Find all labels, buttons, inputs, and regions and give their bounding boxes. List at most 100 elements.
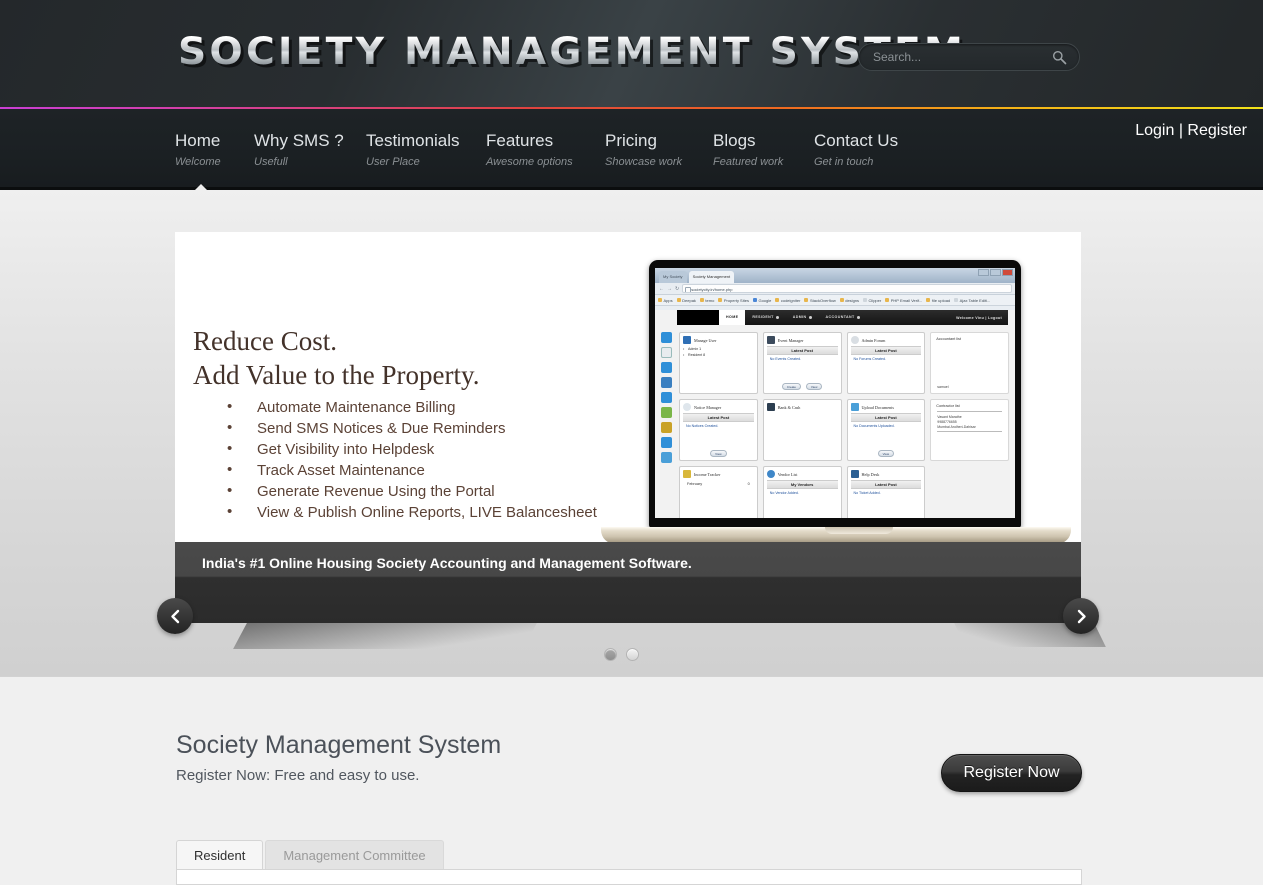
maximize-icon [990,269,1001,276]
card-vendor-list: Vendor List My Vendors No Vendor Added. [762,466,842,518]
chevron-down-icon [808,316,812,319]
card-band: Latest Post [683,413,754,422]
view-button: View [877,450,895,457]
reload-icon: ↻ [675,285,680,292]
bank-icon [766,403,775,411]
nav-item-blogs[interactable]: Blogs Featured work [713,131,783,168]
nav-label: Home [175,131,221,150]
nav-sublabel: Featured work [713,156,784,168]
nav-sublabel: Welcome [175,156,221,168]
slider-prev-button[interactable] [157,598,193,634]
nav-item-features[interactable]: Features Awesome options [486,131,573,168]
nav-item-testimonials[interactable]: Testimonials User Place [366,131,460,168]
bookmark-item: file upload [926,298,950,303]
app-top-menu: HOME RESIDENT ADMIN ACCOUNTANT Welcome V… [677,310,1008,325]
app-content: HOME RESIDENT ADMIN ACCOUNTANT Welcome V… [655,310,1015,518]
card-income-tracker: Income Tracker February 0 [679,466,758,518]
list-item: Automate Maintenance Billing [227,396,597,418]
list-item: View & Publish Online Reports, LIVE Bala… [227,501,597,523]
card-band: My Vendors [766,480,838,489]
list-item: Mumbai Andheri-Dahisar [937,424,976,429]
bookmark-item: Clipper [863,298,881,303]
browser-bookmarks-bar: Apps Deepak temo Property Sites Google c… [655,295,1015,306]
search-box[interactable] [858,43,1080,71]
slider-dot-2[interactable] [626,648,639,661]
nav-item-contact-us[interactable]: Contact Us Get in touch [814,131,898,168]
card-title: Income Tracker [683,470,754,480]
card-band: Latest Post [850,413,922,422]
slide-caption-bar: India's #1 Online Housing Society Accoun… [175,542,1081,623]
search-icon [660,437,672,448]
bookmark-item: codeigniter [775,298,800,303]
bookmark-item: Deepak [676,298,696,303]
home-icon [660,347,672,358]
list-item: Track Asset Maintenance [227,459,597,481]
gear-icon [660,362,672,373]
card-buttons: View [680,450,757,457]
card-title: Event Manager [766,336,838,346]
main-navigation: Home Welcome Why SMS ? Usefull Testimoni… [0,109,1263,190]
income-amount: 0 [747,482,750,486]
card-upload-documents: Upload Documents Latest Post No Document… [846,399,926,461]
app-menu-accountant: ACCOUNTANT [819,310,867,325]
card-note: No Events Created. [769,357,802,361]
globe-icon [766,470,775,478]
card-note: No Ticket Added. [853,491,881,495]
card-title: Vendor List [766,470,838,480]
list-item: Generate Revenue Using the Portal [227,480,597,502]
view-button: View [805,383,823,390]
nav-item-why-sms[interactable]: Why SMS ? Usefull [254,131,344,168]
nav-sublabel: Awesome options [486,156,573,168]
bookmark-item: Property Sites [718,298,749,303]
chat-bubble-icon [850,336,859,344]
card-contractor-list: Contractor list Vasant Marathe 998877665… [930,399,1009,461]
app-welcome-text: Welcome Vinu | Logout [956,315,1002,320]
chevron-right-icon [1077,609,1086,623]
calendar-icon [766,336,775,344]
tab-management-committee[interactable]: Management Committee [265,840,444,869]
card-band: Latest Post [850,346,922,355]
slide-heading-line2: Add Value to the Property. [193,360,480,390]
nav-sublabel: Showcase work [605,156,683,168]
minimize-icon [978,269,989,276]
card-note: No Forums Created. [853,357,887,361]
slider-shadow-left [233,623,537,649]
slider-next-button[interactable] [1063,598,1099,634]
nav-item-home[interactable]: Home Welcome [175,131,221,168]
forward-arrow-icon: → [667,285,672,292]
window-controls [978,269,1013,276]
card-notice-manager: Notice Manager Latest Post No Notices Cr… [679,399,758,461]
divider [937,431,1002,432]
nav-sublabel: User Place [366,156,420,168]
search-input[interactable] [873,44,1053,70]
app-menu-resident: RESIDENT [745,310,785,325]
card-band: Latest Post [766,346,838,355]
create-button: Create [781,383,801,390]
bookmark-item: Apps [658,298,673,303]
app-sidebar [657,332,675,463]
nav-label: Contact Us [814,131,899,150]
card-footer: samuel [937,384,949,389]
card-title: Notice Manager [683,403,754,413]
login-register-links[interactable]: Login | Register [1135,122,1247,140]
bookmark-item: StackOverflow [804,298,836,303]
register-now-button[interactable]: Register Now [941,754,1082,792]
card-manage-user: Manage User Admin 1 Resident 8 [679,332,758,394]
card-buttons: View [848,450,925,457]
card-title: Manage User [683,336,754,346]
tab-resident[interactable]: Resident [176,840,264,869]
app-logo [677,310,719,325]
browser-tab: Society Management [688,271,735,283]
site-logo: SOCIETY MANAGEMENT SYSTEM [178,30,967,73]
list-item: Resident 8 [683,352,754,358]
browser-url-bar: ← → ↻ societycity.in/home.php [655,283,1015,295]
app-dashboard-grid: Manage User Admin 1 Resident 8 Event Man… [679,332,1009,518]
income-month: February [687,482,703,486]
browser-tab: My Society [659,271,687,283]
card-accountant-list: Accountant list samuel [930,332,1009,394]
chevron-down-icon [775,316,779,319]
card-empty-slot [930,466,1009,518]
nav-item-pricing[interactable]: Pricing Showcase work [605,131,682,168]
slider-dot-1[interactable] [604,648,617,661]
search-icon[interactable] [1052,50,1067,65]
